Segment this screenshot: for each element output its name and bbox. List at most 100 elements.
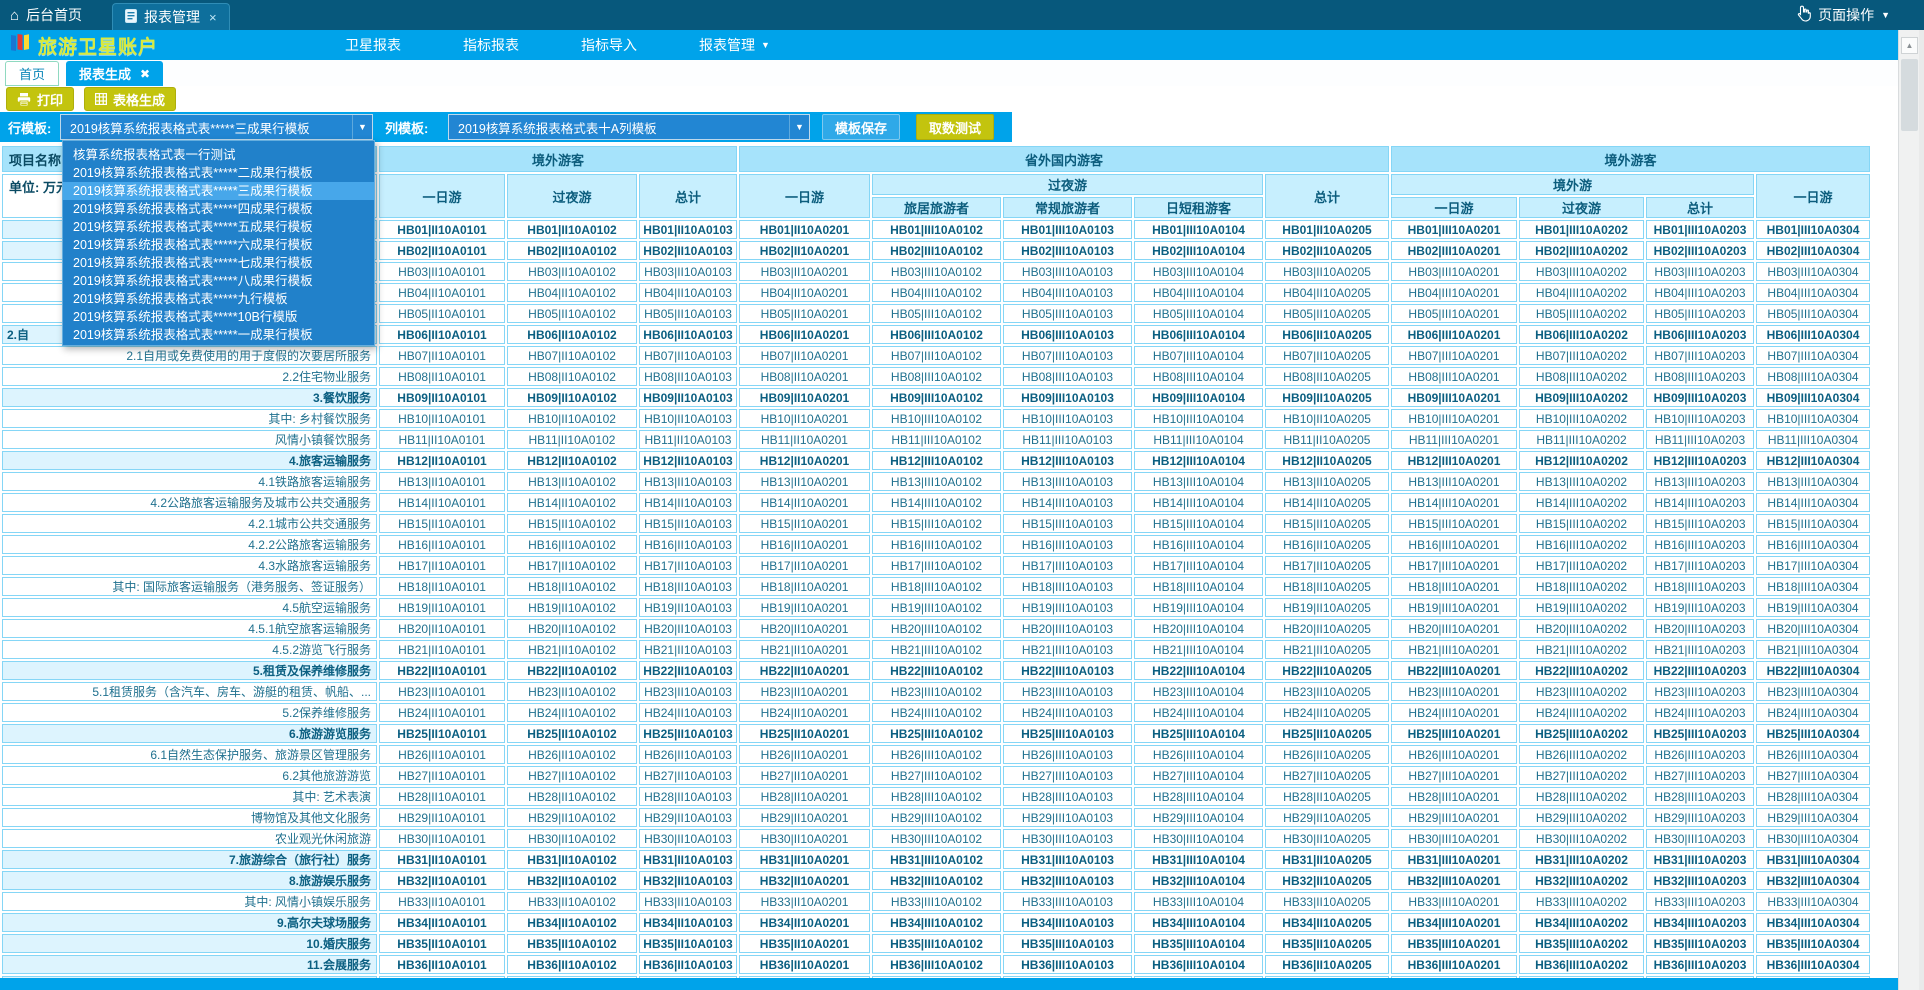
row-label: 3.餐饮服务 [2, 388, 377, 407]
select-arrow-icon[interactable]: ▼ [789, 115, 809, 139]
code-cell: HB10|II10A0103 [639, 409, 737, 428]
table-row: 7.旅游综合（旅行社）服务HB31|II10A0101HB31|II10A010… [2, 850, 1870, 869]
col-template-select[interactable]: 2019核算系统报表格式表十A列模板 ▼ [448, 114, 810, 140]
row-template-option[interactable]: 2019核算系统报表格式表*****10B行模版 [63, 308, 374, 326]
code-cell: HB32|II10A0101 [379, 871, 505, 890]
page-operations-menu[interactable]: 页面操作 ▼ [1796, 0, 1890, 30]
code-cell: HB29|III10A0102 [872, 808, 1001, 827]
table-row: 其中: 乡村餐饮服务HB10|II10A0101HB10|II10A0102HB… [2, 409, 1870, 428]
code-cell: HB05|II10A0205 [1265, 304, 1389, 323]
vertical-scrollbar[interactable]: ▲ [1898, 30, 1919, 990]
code-cell: HB09|III10A0304 [1756, 388, 1870, 407]
code-cell: HB04|II10A0201 [739, 283, 870, 302]
code-cell: HB03|III10A0104 [1134, 262, 1263, 281]
code-cell: HB05|III10A0102 [872, 304, 1001, 323]
row-template-option[interactable]: 2019核算系统报表格式表*****五成果行模板 [63, 218, 374, 236]
generate-table-button[interactable]: 表格生成 [84, 87, 176, 111]
code-cell: HB06|III10A0104 [1134, 325, 1263, 344]
sub-column-header: 总计 [1646, 197, 1754, 218]
code-cell: HB27|II10A0205 [1265, 766, 1389, 785]
code-cell: HB15|III10A0201 [1391, 514, 1517, 533]
code-cell: HB03|III10A0304 [1756, 262, 1870, 281]
backend-home-tab[interactable]: ⌂ 后台首页 [10, 0, 82, 30]
code-cell: HB21|II10A0102 [507, 640, 637, 659]
code-cell: HB17|III10A0201 [1391, 556, 1517, 575]
code-cell: HB23|III10A0202 [1519, 682, 1644, 701]
code-cell: HB12|III10A0304 [1756, 451, 1870, 470]
tab-close-icon[interactable]: × [209, 10, 217, 25]
code-cell: HB27|III10A0202 [1519, 766, 1644, 785]
row-template-option[interactable]: 2019核算系统报表格式表*****一成果行模板 [63, 326, 374, 344]
menu-indicator-reports[interactable]: 指标报表 [463, 35, 519, 55]
tab-home[interactable]: 首页 [5, 61, 59, 86]
code-cell: HB18|III10A0203 [1646, 577, 1754, 596]
code-cell: HB11|III10A0304 [1756, 430, 1870, 449]
row-template-option[interactable]: 2019核算系统报表格式表*****四成果行模板 [63, 200, 374, 218]
code-cell: HB06|II10A0205 [1265, 325, 1389, 344]
code-cell: HB21|II10A0101 [379, 640, 505, 659]
row-template-option[interactable]: 2019核算系统报表格式表*****三成果行模板 [63, 182, 374, 200]
code-cell: HB21|III10A0103 [1003, 640, 1132, 659]
row-label: 10.婚庆服务 [2, 934, 377, 953]
row-template-option[interactable]: 2019核算系统报表格式表*****九行模板 [63, 290, 374, 308]
code-cell: HB23|II10A0201 [739, 682, 870, 701]
row-label: 6.1自然生态保护服务、旅游景区管理服务 [2, 745, 377, 764]
chevron-down-icon: ▼ [761, 40, 770, 50]
code-cell: HB22|III10A0203 [1646, 661, 1754, 680]
code-cell: HB10|III10A0103 [1003, 409, 1132, 428]
code-cell: HB05|III10A0103 [1003, 304, 1132, 323]
menu-indicator-import[interactable]: 指标导入 [581, 35, 637, 55]
code-cell: HB25|II10A0201 [739, 724, 870, 743]
code-cell: HB13|III10A0102 [872, 472, 1001, 491]
tab-report-generate[interactable]: 报表生成 ✖ [66, 61, 163, 86]
code-cell: HB03|II10A0103 [639, 262, 737, 281]
row-template-select[interactable]: 2019核算系统报表格式表*****三成果行模板 ▼ [60, 114, 373, 140]
code-cell: HB15|III10A0202 [1519, 514, 1644, 533]
code-cell: HB22|III10A0202 [1519, 661, 1644, 680]
row-template-option[interactable]: 2019核算系统报表格式表*****二成果行模板 [63, 164, 374, 182]
code-cell: HB20|III10A0103 [1003, 619, 1132, 638]
bottom-bar [0, 978, 1898, 990]
code-cell: HB35|II10A0101 [379, 934, 505, 953]
scroll-up-icon[interactable]: ▲ [1901, 37, 1918, 54]
code-cell: HB35|II10A0201 [739, 934, 870, 953]
code-cell: HB31|III10A0201 [1391, 850, 1517, 869]
code-cell: HB20|II10A0101 [379, 619, 505, 638]
print-button[interactable]: 打印 [6, 87, 74, 111]
code-cell: HB29|II10A0201 [739, 808, 870, 827]
row-template-dropdown-list: 核算系统报表格式表一行测试2019核算系统报表格式表*****二成果行模板201… [62, 140, 375, 346]
close-icon[interactable]: ✖ [140, 67, 150, 81]
code-cell: HB12|III10A0102 [872, 451, 1001, 470]
column-header: 过夜游 [507, 174, 637, 218]
code-cell: HB12|II10A0205 [1265, 451, 1389, 470]
code-cell: HB29|III10A0103 [1003, 808, 1132, 827]
row-template-option[interactable]: 2019核算系统报表格式表*****八成果行模板 [63, 272, 374, 290]
fetch-test-button[interactable]: 取数测试 [916, 114, 994, 140]
code-cell: HB17|III10A0103 [1003, 556, 1132, 575]
row-template-option[interactable]: 核算系统报表格式表一行测试 [63, 146, 374, 164]
menu-satellite-reports[interactable]: 卫星报表 [345, 35, 401, 55]
code-cell: HB31|II10A0102 [507, 850, 637, 869]
code-cell: HB13|III10A0103 [1003, 472, 1132, 491]
save-template-button[interactable]: 模板保存 [822, 114, 900, 140]
code-cell: HB16|III10A0104 [1134, 535, 1263, 554]
select-arrow-icon[interactable]: ▼ [352, 115, 372, 139]
code-cell: HB28|III10A0304 [1756, 787, 1870, 806]
scrollbar-thumb[interactable] [1901, 59, 1918, 131]
row-template-option[interactable]: 2019核算系统报表格式表*****七成果行模板 [63, 254, 374, 272]
code-cell: HB09|II10A0201 [739, 388, 870, 407]
code-cell: HB32|III10A0203 [1646, 871, 1754, 890]
code-cell: HB35|II10A0102 [507, 934, 637, 953]
code-cell: HB28|III10A0202 [1519, 787, 1644, 806]
code-cell: HB33|III10A0201 [1391, 892, 1517, 911]
menu-report-management[interactable]: 报表管理▼ [699, 35, 770, 55]
code-cell: HB34|III10A0104 [1134, 913, 1263, 932]
code-cell: HB08|III10A0304 [1756, 367, 1870, 386]
code-cell: HB13|II10A0103 [639, 472, 737, 491]
row-template-option[interactable]: 2019核算系统报表格式表*****六成果行模板 [63, 236, 374, 254]
code-cell: HB08|II10A0201 [739, 367, 870, 386]
row-label: 4.3水路旅客运输服务 [2, 556, 377, 575]
table-row: 3.餐饮服务HB09|II10A0101HB09|II10A0102HB09|I… [2, 388, 1870, 407]
report-management-tab[interactable]: 报表管理 × [112, 3, 230, 30]
row-label: 5.租赁及保养维修服务 [2, 661, 377, 680]
